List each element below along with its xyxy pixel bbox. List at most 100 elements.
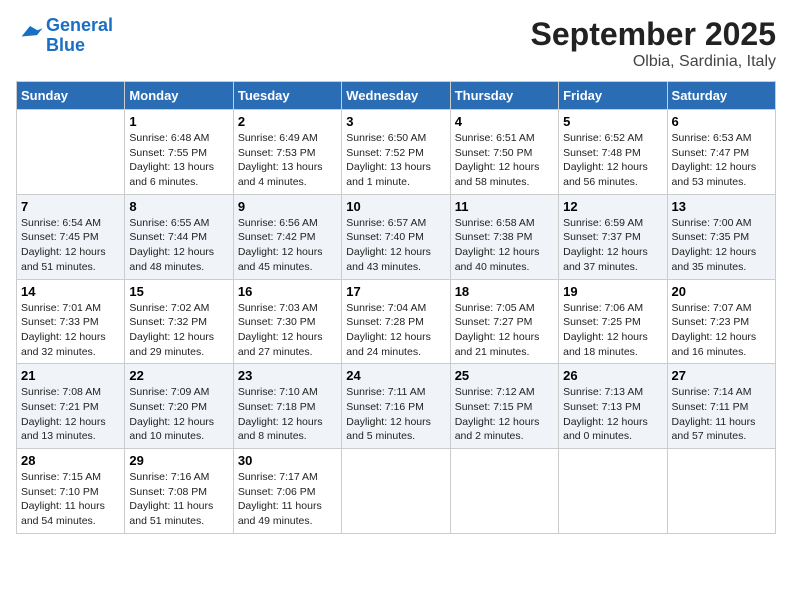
calendar-cell: 16 Sunrise: 7:03 AM Sunset: 7:30 PM Dayli… — [233, 279, 341, 364]
calendar-cell: 21 Sunrise: 7:08 AM Sunset: 7:21 PM Dayli… — [17, 364, 125, 449]
calendar-cell: 29 Sunrise: 7:16 AM Sunset: 7:08 PM Dayli… — [125, 449, 233, 534]
day-number: 1 — [129, 114, 228, 129]
day-number: 11 — [455, 199, 554, 214]
calendar-cell: 24 Sunrise: 7:11 AM Sunset: 7:16 PM Dayli… — [342, 364, 450, 449]
calendar-cell — [450, 449, 558, 534]
day-number: 13 — [672, 199, 771, 214]
day-info: Sunrise: 7:05 AM Sunset: 7:27 PM Dayligh… — [455, 301, 554, 360]
day-number: 23 — [238, 368, 337, 383]
day-info: Sunrise: 7:15 AM Sunset: 7:10 PM Dayligh… — [21, 470, 120, 529]
col-header-friday: Friday — [559, 82, 667, 110]
col-header-wednesday: Wednesday — [342, 82, 450, 110]
day-number: 15 — [129, 284, 228, 299]
calendar-cell: 25 Sunrise: 7:12 AM Sunset: 7:15 PM Dayli… — [450, 364, 558, 449]
day-info: Sunrise: 7:07 AM Sunset: 7:23 PM Dayligh… — [672, 301, 771, 360]
calendar-cell: 12 Sunrise: 6:59 AM Sunset: 7:37 PM Dayli… — [559, 194, 667, 279]
logo-text: GeneralBlue — [46, 16, 113, 56]
day-info: Sunrise: 7:14 AM Sunset: 7:11 PM Dayligh… — [672, 385, 771, 444]
day-number: 20 — [672, 284, 771, 299]
day-number: 2 — [238, 114, 337, 129]
day-number: 3 — [346, 114, 445, 129]
calendar-cell — [667, 449, 775, 534]
calendar-cell: 11 Sunrise: 6:58 AM Sunset: 7:38 PM Dayli… — [450, 194, 558, 279]
day-info: Sunrise: 6:58 AM Sunset: 7:38 PM Dayligh… — [455, 216, 554, 275]
day-info: Sunrise: 6:56 AM Sunset: 7:42 PM Dayligh… — [238, 216, 337, 275]
calendar-cell: 19 Sunrise: 7:06 AM Sunset: 7:25 PM Dayli… — [559, 279, 667, 364]
calendar-subtitle: Olbia, Sardinia, Italy — [531, 53, 776, 71]
day-number: 17 — [346, 284, 445, 299]
day-info: Sunrise: 7:03 AM Sunset: 7:30 PM Dayligh… — [238, 301, 337, 360]
day-number: 28 — [21, 453, 120, 468]
day-info: Sunrise: 7:09 AM Sunset: 7:20 PM Dayligh… — [129, 385, 228, 444]
calendar-cell: 17 Sunrise: 7:04 AM Sunset: 7:28 PM Dayli… — [342, 279, 450, 364]
calendar-cell: 15 Sunrise: 7:02 AM Sunset: 7:32 PM Dayli… — [125, 279, 233, 364]
day-info: Sunrise: 7:16 AM Sunset: 7:08 PM Dayligh… — [129, 470, 228, 529]
calendar-cell: 27 Sunrise: 7:14 AM Sunset: 7:11 PM Dayli… — [667, 364, 775, 449]
day-number: 22 — [129, 368, 228, 383]
calendar-cell: 30 Sunrise: 7:17 AM Sunset: 7:06 PM Dayli… — [233, 449, 341, 534]
day-info: Sunrise: 6:55 AM Sunset: 7:44 PM Dayligh… — [129, 216, 228, 275]
calendar-cell: 10Sunrise: 6:57 AM Sunset: 7:40 PM Dayli… — [342, 194, 450, 279]
calendar-cell: 4 Sunrise: 6:51 AM Sunset: 7:50 PM Daylig… — [450, 110, 558, 195]
day-number: 26 — [563, 368, 662, 383]
day-number: 24 — [346, 368, 445, 383]
day-info: Sunrise: 6:54 AM Sunset: 7:45 PM Dayligh… — [21, 216, 120, 275]
logo-icon — [16, 22, 44, 44]
day-number: 9 — [238, 199, 337, 214]
day-number: 16 — [238, 284, 337, 299]
calendar-cell: 9 Sunrise: 6:56 AM Sunset: 7:42 PM Daylig… — [233, 194, 341, 279]
day-number: 29 — [129, 453, 228, 468]
calendar-cell: 20 Sunrise: 7:07 AM Sunset: 7:23 PM Dayli… — [667, 279, 775, 364]
day-info: Sunrise: 6:50 AM Sunset: 7:52 PM Dayligh… — [346, 131, 445, 190]
calendar-cell — [342, 449, 450, 534]
day-number: 5 — [563, 114, 662, 129]
day-number: 18 — [455, 284, 554, 299]
day-info: Sunrise: 7:11 AM Sunset: 7:16 PM Dayligh… — [346, 385, 445, 444]
calendar-cell: 14 Sunrise: 7:01 AM Sunset: 7:33 PM Dayli… — [17, 279, 125, 364]
day-info: Sunrise: 6:53 AM Sunset: 7:47 PM Dayligh… — [672, 131, 771, 190]
day-number: 14 — [21, 284, 120, 299]
day-info: Sunrise: 6:59 AM Sunset: 7:37 PM Dayligh… — [563, 216, 662, 275]
day-info: Sunrise: 7:10 AM Sunset: 7:18 PM Dayligh… — [238, 385, 337, 444]
col-header-thursday: Thursday — [450, 82, 558, 110]
day-number: 27 — [672, 368, 771, 383]
calendar-cell: 18 Sunrise: 7:05 AM Sunset: 7:27 PM Dayli… — [450, 279, 558, 364]
calendar-cell: 28 Sunrise: 7:15 AM Sunset: 7:10 PM Dayli… — [17, 449, 125, 534]
day-number: 12 — [563, 199, 662, 214]
day-info: Sunrise: 7:01 AM Sunset: 7:33 PM Dayligh… — [21, 301, 120, 360]
calendar-cell: 3 Sunrise: 6:50 AM Sunset: 7:52 PM Daylig… — [342, 110, 450, 195]
calendar-title: September 2025 — [531, 16, 776, 53]
day-info: Sunrise: 6:57 AM Sunset: 7:40 PM Dayligh… — [346, 216, 445, 275]
day-number: 25 — [455, 368, 554, 383]
day-info: Sunrise: 7:04 AM Sunset: 7:28 PM Dayligh… — [346, 301, 445, 360]
day-info: Sunrise: 7:12 AM Sunset: 7:15 PM Dayligh… — [455, 385, 554, 444]
day-number: 6 — [672, 114, 771, 129]
day-info: Sunrise: 6:48 AM Sunset: 7:55 PM Dayligh… — [129, 131, 228, 190]
calendar-cell: 7Sunrise: 6:54 AM Sunset: 7:45 PM Daylig… — [17, 194, 125, 279]
day-info: Sunrise: 6:49 AM Sunset: 7:53 PM Dayligh… — [238, 131, 337, 190]
calendar-cell — [17, 110, 125, 195]
col-header-sunday: Sunday — [17, 82, 125, 110]
calendar-cell: 8 Sunrise: 6:55 AM Sunset: 7:44 PM Daylig… — [125, 194, 233, 279]
day-number: 19 — [563, 284, 662, 299]
col-header-tuesday: Tuesday — [233, 82, 341, 110]
day-number: 30 — [238, 453, 337, 468]
day-info: Sunrise: 7:08 AM Sunset: 7:21 PM Dayligh… — [21, 385, 120, 444]
day-number: 4 — [455, 114, 554, 129]
day-info: Sunrise: 7:13 AM Sunset: 7:13 PM Dayligh… — [563, 385, 662, 444]
day-number: 21 — [21, 368, 120, 383]
col-header-saturday: Saturday — [667, 82, 775, 110]
calendar-cell: 1 Sunrise: 6:48 AM Sunset: 7:55 PM Daylig… — [125, 110, 233, 195]
col-header-monday: Monday — [125, 82, 233, 110]
day-number: 8 — [129, 199, 228, 214]
calendar-cell: 2 Sunrise: 6:49 AM Sunset: 7:53 PM Daylig… — [233, 110, 341, 195]
day-info: Sunrise: 7:17 AM Sunset: 7:06 PM Dayligh… — [238, 470, 337, 529]
page-header: GeneralBlue September 2025 Olbia, Sardin… — [16, 16, 776, 71]
day-info: Sunrise: 7:02 AM Sunset: 7:32 PM Dayligh… — [129, 301, 228, 360]
calendar-table: SundayMondayTuesdayWednesdayThursdayFrid… — [16, 81, 776, 534]
calendar-cell: 22 Sunrise: 7:09 AM Sunset: 7:20 PM Dayli… — [125, 364, 233, 449]
day-info: Sunrise: 6:51 AM Sunset: 7:50 PM Dayligh… — [455, 131, 554, 190]
calendar-cell: 26 Sunrise: 7:13 AM Sunset: 7:13 PM Dayli… — [559, 364, 667, 449]
day-info: Sunrise: 7:06 AM Sunset: 7:25 PM Dayligh… — [563, 301, 662, 360]
day-info: Sunrise: 7:00 AM Sunset: 7:35 PM Dayligh… — [672, 216, 771, 275]
